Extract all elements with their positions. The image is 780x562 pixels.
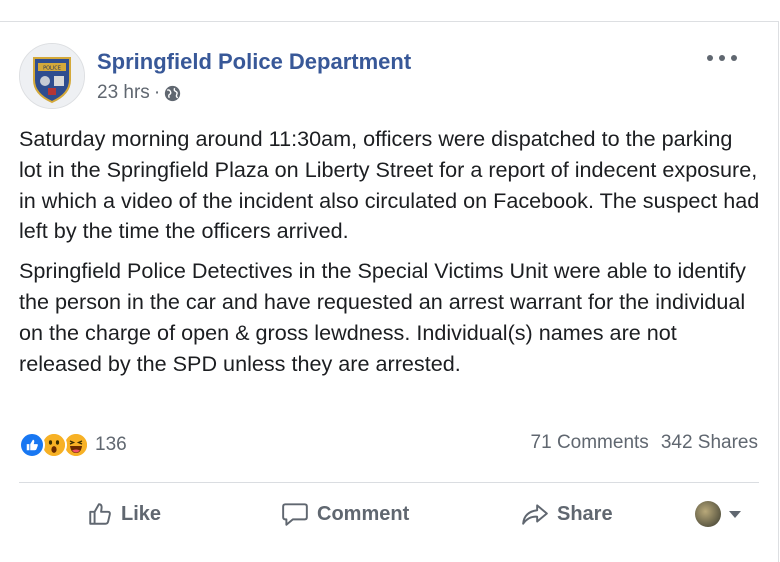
like-reaction-icon — [19, 432, 45, 458]
shares-count-link[interactable]: 342 Shares — [661, 432, 758, 453]
page-avatar[interactable]: POLICE — [19, 43, 85, 109]
police-badge-icon: POLICE — [20, 44, 84, 108]
post-stats: 136 71 Comments 342 Shares — [19, 432, 758, 458]
actions-divider — [19, 482, 759, 483]
post-paragraph: Springfield Police Detectives in the Spe… — [19, 258, 746, 376]
more-options-button[interactable] — [707, 46, 737, 70]
thumbs-up-icon — [89, 503, 111, 525]
comment-button-label: Comment — [317, 502, 410, 525]
badge-text: POLICE — [43, 66, 61, 72]
comments-count-link[interactable]: 71 Comments — [531, 432, 649, 453]
like-button[interactable]: Like — [87, 501, 161, 527]
engagement-counts: 71 Comments 342 Shares — [531, 432, 758, 454]
react-as-selector[interactable] — [695, 501, 741, 527]
post-header: POLICE Springfield Police Department 23 … — [19, 41, 759, 109]
post-paragraph: Saturday morning around 11:30am, officer… — [19, 126, 760, 244]
comment-bubble-icon — [282, 503, 308, 526]
page-name-link[interactable]: Springfield Police Department — [97, 49, 411, 75]
comment-button[interactable]: Comment — [281, 501, 409, 527]
post-actions: Like Comment Share — [19, 494, 759, 534]
share-button-label: Share — [557, 502, 613, 525]
meta-separator: · — [153, 82, 161, 103]
post-timestamp[interactable]: 23 hrs — [97, 82, 150, 104]
post-meta: 23 hrs · — [97, 82, 181, 104]
post-card: POLICE Springfield Police Department 23 … — [0, 21, 779, 562]
reactions-summary[interactable]: 136 — [19, 432, 127, 458]
share-arrow-icon — [522, 504, 548, 525]
profile-avatar — [695, 501, 721, 527]
like-button-label: Like — [121, 502, 162, 525]
more-dot-icon — [731, 55, 737, 61]
more-dot-icon — [719, 55, 725, 61]
more-dot-icon — [707, 55, 713, 61]
caret-down-icon — [729, 510, 741, 518]
post-body: Saturday morning around 11:30am, officer… — [19, 124, 761, 388]
globe-icon — [164, 85, 181, 102]
share-button[interactable]: Share — [521, 501, 613, 527]
reaction-count: 136 — [95, 434, 127, 455]
